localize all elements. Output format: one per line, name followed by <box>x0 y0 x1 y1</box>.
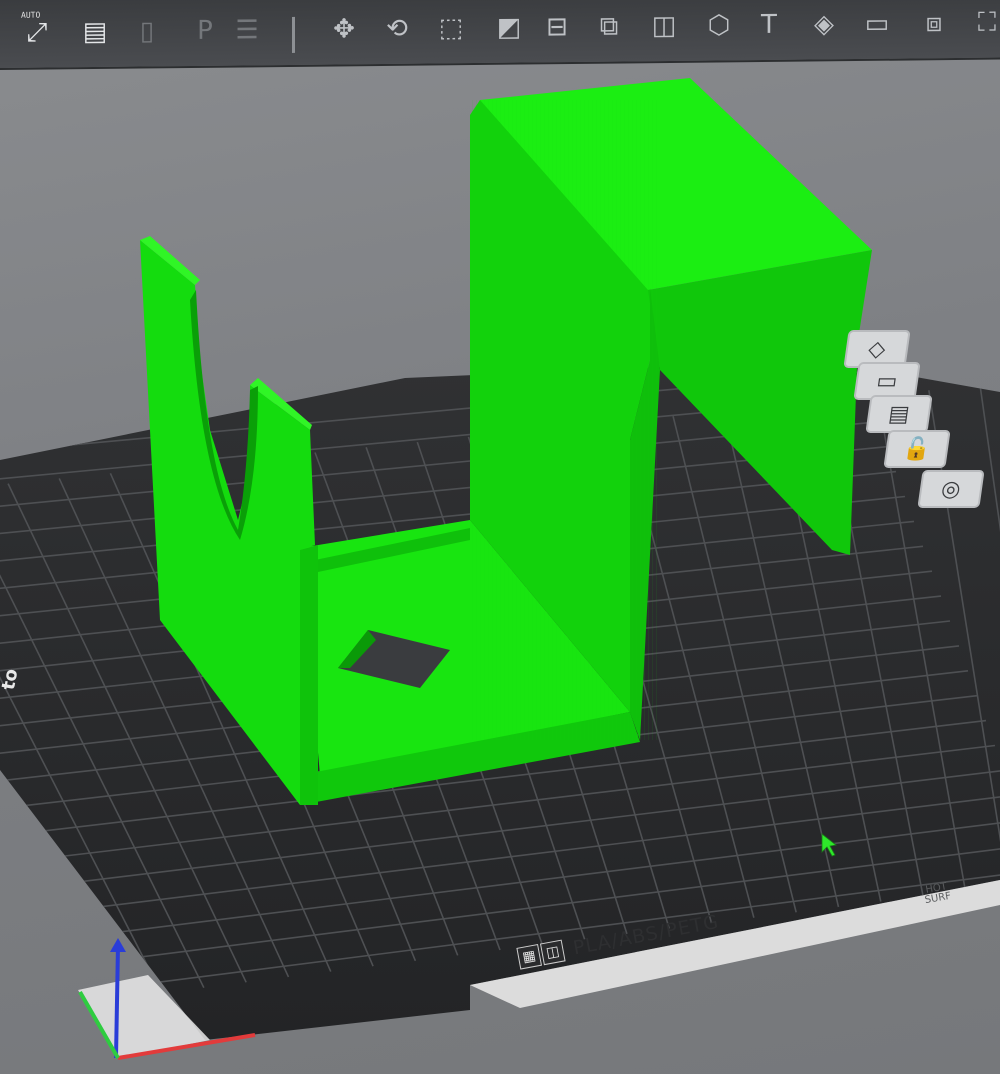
cut-icon[interactable]: ⊟ <box>538 8 576 46</box>
layout-icon[interactable]: ▤ <box>865 395 933 433</box>
plate-grid-icon: ▦ <box>516 943 543 970</box>
rotate-icon[interactable]: ⟲ <box>378 10 416 48</box>
model-texture <box>470 100 660 740</box>
boolean-icon[interactable]: ⧉ <box>590 7 628 45</box>
plate-type-icon: ◫ <box>539 939 566 966</box>
plate-p-icon[interactable]: P <box>186 12 224 50</box>
auto-label: AUTO <box>21 10 41 20</box>
text-icon[interactable]: T <box>750 6 788 44</box>
top-toolbar: ⤢ AUTO ▤ ▯ P ☰ ✥ ⟲ ⬚ ◩ ⊟ ⧉ ◫ ⬡ T ◈ ▭ ⧈ ⛶ <box>0 0 1000 70</box>
more-icon[interactable]: ⛶ <box>968 3 1000 41</box>
list-icon[interactable]: ☰ <box>228 11 266 49</box>
lay-on-face-icon[interactable]: ◩ <box>490 8 528 46</box>
color-paint-icon[interactable]: ◈ <box>805 5 843 43</box>
arrange-layout-icon[interactable]: ▤ <box>76 13 114 51</box>
3d-viewport[interactable]: ⤢ AUTO ▤ ▯ P ☰ ✥ ⟲ ⬚ ◩ ⊟ ⧉ ◫ ⬡ T ◈ ▭ ⧈ ⛶ ◇ ▭ ▤ 🔓 ◎ ▦ ◫ PLA/ABS… <box>0 0 1000 1074</box>
plate-icon[interactable]: ▯ <box>128 12 166 50</box>
assembly-icon[interactable]: ⧈ <box>915 4 953 42</box>
lock-icon[interactable]: 🔓 <box>883 430 951 468</box>
bed-side-label: to <box>0 667 23 692</box>
toolbar-separator <box>292 16 295 53</box>
measure-icon[interactable]: ▭ <box>858 5 896 43</box>
seam-paint-icon[interactable]: ⬡ <box>700 6 738 44</box>
settings-icon[interactable]: ◎ <box>917 470 985 508</box>
scene-canvas[interactable] <box>0 0 1000 1074</box>
auto-arrange-icon[interactable]: ⤢ AUTO <box>18 10 56 51</box>
support-paint-icon[interactable]: ◫ <box>645 7 683 45</box>
move-icon[interactable]: ✥ <box>325 10 363 48</box>
scale-icon[interactable]: ⬚ <box>432 9 470 47</box>
